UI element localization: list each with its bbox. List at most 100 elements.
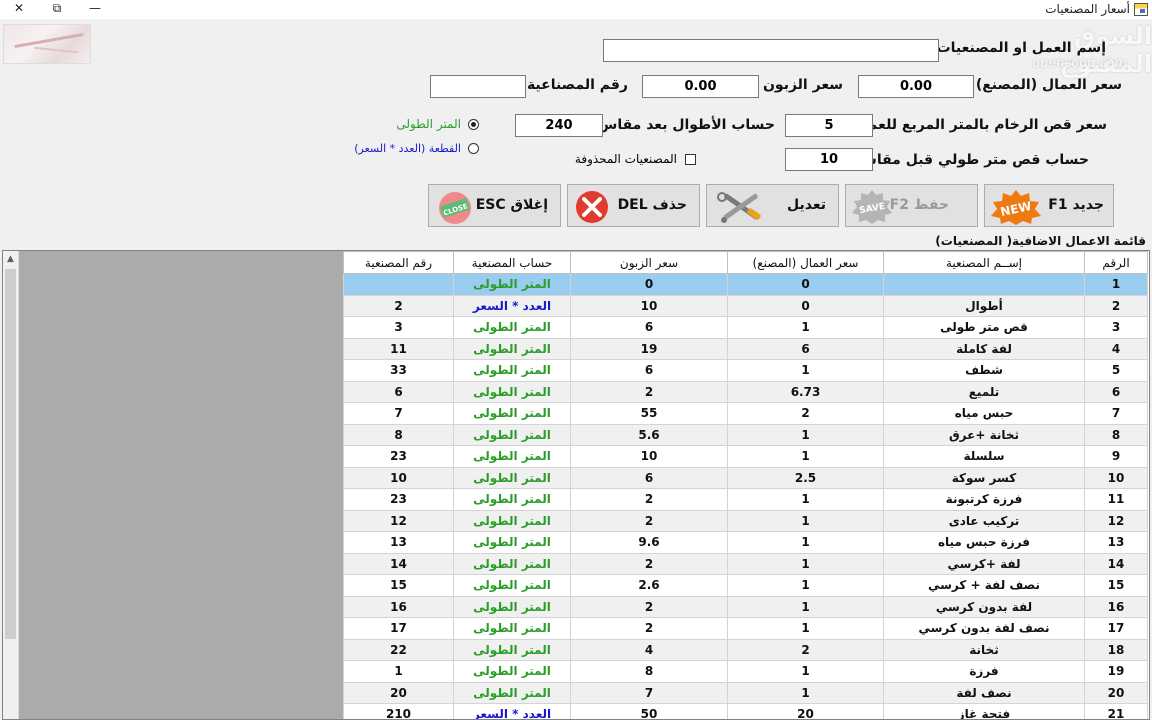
cell-customer-price[interactable]: 10	[570, 294, 728, 317]
col-header-calc[interactable]: حساب المصنعية	[453, 251, 571, 274]
cell-customer-price[interactable]: 2	[570, 509, 728, 532]
cell-no[interactable]: 13	[1084, 531, 1148, 554]
cell-name[interactable]: لفة +كرسي	[883, 552, 1085, 575]
vertical-scrollbar[interactable]: ▲	[3, 251, 19, 719]
table-row[interactable]: 21 فتحة غاز 20 50 العدد * السعر 210	[343, 703, 1148, 719]
cell-customer-price[interactable]: 10	[570, 445, 728, 468]
cell-customer-price[interactable]: 2	[570, 617, 728, 640]
cell-name[interactable]: لفة كاملة	[883, 337, 1085, 360]
cell-customer-price[interactable]: 5.6	[570, 423, 728, 446]
cell-craft-no[interactable]: 20	[343, 681, 454, 704]
cell-name[interactable]: فرزة	[883, 660, 1085, 683]
table-row[interactable]: 15 نصف لفة + كرسي 1 2.6 المتر الطولى 15	[343, 574, 1148, 597]
cell-craft-no[interactable]: 3	[343, 316, 454, 339]
cell-craft-no[interactable]: 8	[343, 423, 454, 446]
cell-no[interactable]: 17	[1084, 617, 1148, 640]
radio-piece[interactable]	[468, 143, 479, 154]
table-row[interactable]: 19 فرزة 1 8 المتر الطولى 1	[343, 660, 1148, 683]
cell-worker-price[interactable]: 1	[727, 488, 884, 511]
cell-name[interactable]: نصف لفة بدون كرسي	[883, 617, 1085, 640]
cell-craft-no[interactable]: 16	[343, 595, 454, 618]
cell-craft-no[interactable]: 2	[343, 294, 454, 317]
cell-name[interactable]: تلميع	[883, 380, 1085, 403]
name-input[interactable]	[603, 39, 939, 62]
cell-customer-price[interactable]: 9.6	[570, 531, 728, 554]
cell-name[interactable]: قص متر طولى	[883, 316, 1085, 339]
cell-customer-price[interactable]: 8	[570, 660, 728, 683]
cell-worker-price[interactable]: 1	[727, 660, 884, 683]
table-row[interactable]: 6 تلميع 6.73 2 المتر الطولى 6	[343, 380, 1148, 403]
cell-worker-price[interactable]: 0	[727, 294, 884, 317]
table-row[interactable]: 8 ثخانة +عرق 1 5.6 المتر الطولى 8	[343, 423, 1148, 446]
cell-customer-price[interactable]: 2	[570, 380, 728, 403]
cell-name[interactable]: حبس مياه	[883, 402, 1085, 425]
cell-craft-no[interactable]: 17	[343, 617, 454, 640]
cell-name[interactable]: لفة بدون كرسي	[883, 595, 1085, 618]
cell-no[interactable]: 11	[1084, 488, 1148, 511]
cell-worker-price[interactable]: 2.5	[727, 466, 884, 489]
cell-name[interactable]: فرزة حبس مياه	[883, 531, 1085, 554]
cell-craft-no[interactable]: 11	[343, 337, 454, 360]
cell-calc[interactable]: المتر الطولى	[453, 617, 571, 640]
cell-no[interactable]: 2	[1084, 294, 1148, 317]
cell-worker-price[interactable]: 1	[727, 681, 884, 704]
cell-worker-price[interactable]: 1	[727, 531, 884, 554]
table-row[interactable]: 2 أطوال 0 10 العدد * السعر 2	[343, 294, 1148, 317]
col-header-no[interactable]: الرقم	[1084, 251, 1148, 274]
cell-no[interactable]: 3	[1084, 316, 1148, 339]
cell-craft-no[interactable]: 210	[343, 703, 454, 719]
cell-no[interactable]: 12	[1084, 509, 1148, 532]
cell-worker-price[interactable]: 1	[727, 574, 884, 597]
delete-button[interactable]: حذف DEL	[567, 184, 700, 227]
cell-calc[interactable]: المتر الطولى	[453, 380, 571, 403]
table-row[interactable]: 17 نصف لفة بدون كرسي 1 2 المتر الطولى 17	[343, 617, 1148, 640]
cell-calc[interactable]: المتر الطولى	[453, 552, 571, 575]
cell-worker-price[interactable]: 2	[727, 402, 884, 425]
cell-name[interactable]: أطوال	[883, 294, 1085, 317]
col-header-craft-no[interactable]: رقم المصنعية	[343, 251, 454, 274]
table-row[interactable]: 10 كسر سوكة 2.5 6 المتر الطولى 10	[343, 466, 1148, 489]
cell-calc[interactable]: المتر الطولى	[453, 273, 571, 296]
close-window-button[interactable]: ✕	[0, 0, 38, 19]
col-header-worker-price[interactable]: سعر العمال (المصنع)	[727, 251, 884, 274]
cell-worker-price[interactable]: 1	[727, 509, 884, 532]
cell-worker-price[interactable]: 6	[727, 337, 884, 360]
cell-customer-price[interactable]: 55	[570, 402, 728, 425]
cell-name[interactable]: نصف لفة	[883, 681, 1085, 704]
table-row[interactable]: 4 لفة كاملة 6 19 المتر الطولى 11	[343, 337, 1148, 360]
craft-no-input[interactable]	[430, 75, 526, 98]
cell-customer-price[interactable]: 19	[570, 337, 728, 360]
cell-craft-no[interactable]: 33	[343, 359, 454, 382]
table-row[interactable]: 16 لفة بدون كرسي 1 2 المتر الطولى 16	[343, 595, 1148, 618]
table-row[interactable]: 3 قص متر طولى 1 6 المتر الطولى 3	[343, 316, 1148, 339]
cell-worker-price[interactable]: 6.73	[727, 380, 884, 403]
cell-worker-price[interactable]: 0	[727, 273, 884, 296]
cell-customer-price[interactable]: 50	[570, 703, 728, 719]
edit-button[interactable]: تعديل	[706, 184, 839, 227]
cell-craft-no[interactable]	[343, 273, 454, 296]
table-row[interactable]: 9 سلسلة 1 10 المتر الطولى 23	[343, 445, 1148, 468]
cell-craft-no[interactable]: 13	[343, 531, 454, 554]
cell-calc[interactable]: المتر الطولى	[453, 466, 571, 489]
cell-customer-price[interactable]: 2	[570, 595, 728, 618]
cell-customer-price[interactable]: 6	[570, 466, 728, 489]
cell-worker-price[interactable]: 20	[727, 703, 884, 719]
cell-name[interactable]: شطف	[883, 359, 1085, 382]
cell-no[interactable]: 8	[1084, 423, 1148, 446]
cell-craft-no[interactable]: 6	[343, 380, 454, 403]
cell-name[interactable]: ثخانة	[883, 638, 1085, 661]
cell-worker-price[interactable]: 1	[727, 423, 884, 446]
table-row[interactable]: 14 لفة +كرسي 1 2 المتر الطولى 14	[343, 552, 1148, 575]
cell-worker-price[interactable]: 1	[727, 359, 884, 382]
cell-no[interactable]: 9	[1084, 445, 1148, 468]
radio-linear[interactable]	[468, 119, 479, 130]
cell-name[interactable]: ثخانة +عرق	[883, 423, 1085, 446]
table-row[interactable]: 13 فرزة حبس مياه 1 9.6 المتر الطولى 13	[343, 531, 1148, 554]
table-row[interactable]: 7 حبس مياه 2 55 المتر الطولى 7	[343, 402, 1148, 425]
deleted-checkbox[interactable]	[685, 154, 696, 165]
cell-no[interactable]: 18	[1084, 638, 1148, 661]
lengths-input[interactable]	[515, 114, 603, 137]
maximize-window-button[interactable]: ⧉	[38, 0, 76, 19]
cell-calc[interactable]: المتر الطولى	[453, 574, 571, 597]
table-row[interactable]: 18 ثخانة 2 4 المتر الطولى 22	[343, 638, 1148, 661]
